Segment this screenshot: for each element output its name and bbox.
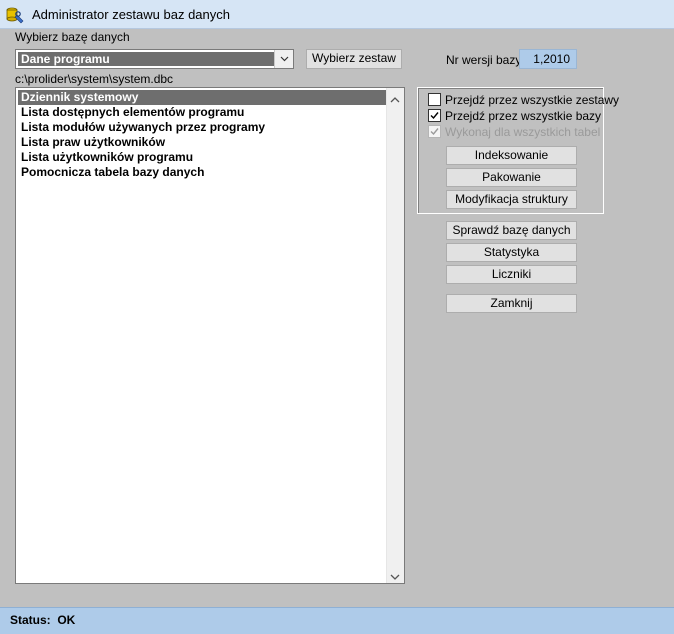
all-sets-checkbox[interactable]: Przejdź przez wszystkie zestawy	[428, 93, 619, 107]
chevron-up-icon[interactable]	[390, 92, 400, 106]
all-dbs-label: Przejdź przez wszystkie bazy	[445, 109, 602, 123]
statistics-button[interactable]: Statystyka	[446, 243, 577, 262]
database-path: c:\prolider\system\system.dbc	[15, 72, 174, 86]
counters-button[interactable]: Liczniki	[446, 265, 577, 284]
status-label: Status: OK	[10, 613, 76, 627]
tables-list[interactable]: Dziennik systemowy Lista dostępnych elem…	[15, 87, 405, 584]
version-label: Nr wersji bazy	[446, 53, 522, 67]
all-tables-checkbox: Wykonaj dla wszystkich tabel	[428, 125, 600, 139]
main-window: Administrator zestawu baz danych Wybierz…	[0, 0, 674, 634]
checkbox-unchecked-icon[interactable]	[428, 93, 441, 106]
select-db-label: Wybierz bazę danych	[15, 30, 130, 44]
all-sets-label: Przejdź przez wszystkie zestawy	[445, 93, 620, 107]
indexing-button[interactable]: Indeksowanie	[446, 146, 577, 165]
vertical-scrollbar[interactable]	[386, 88, 404, 583]
chevron-down-icon[interactable]	[390, 570, 400, 584]
close-button[interactable]: Zamknij	[446, 294, 577, 313]
checkbox-checked-icon	[428, 125, 441, 138]
all-tables-label: Wykonaj dla wszystkich tabel	[445, 125, 601, 139]
list-item[interactable]: Lista modułów używanych przez programy	[18, 120, 386, 135]
database-tool-icon	[6, 6, 24, 24]
list-item[interactable]: Pomocnicza tabela bazy danych	[18, 165, 386, 180]
window-title: Administrator zestawu baz danych	[32, 7, 230, 22]
packing-button[interactable]: Pakowanie	[446, 168, 577, 187]
database-select-value: Dane programu	[18, 52, 274, 66]
checkbox-checked-icon[interactable]	[428, 109, 441, 122]
chevron-down-icon[interactable]	[274, 50, 293, 68]
list-item[interactable]: Lista dostępnych elementów programu	[18, 105, 386, 120]
modify-structure-button[interactable]: Modyfikacja struktury	[446, 190, 577, 209]
status-bar: Status: OK	[0, 607, 674, 634]
status-value: OK	[57, 613, 76, 627]
check-db-button[interactable]: Sprawdź bazę danych	[446, 221, 577, 240]
all-dbs-checkbox[interactable]: Przejdź przez wszystkie bazy	[428, 109, 601, 123]
database-select[interactable]: Dane programu	[15, 49, 294, 69]
list-item[interactable]: Dziennik systemowy	[18, 90, 386, 105]
list-item[interactable]: Lista praw użytkowników	[18, 135, 386, 150]
list-item[interactable]: Lista użytkowników programu	[18, 150, 386, 165]
version-field: 1,2010	[519, 49, 577, 69]
choose-set-button[interactable]: Wybierz zestaw	[306, 49, 402, 69]
title-bar: Administrator zestawu baz danych	[0, 0, 674, 29]
